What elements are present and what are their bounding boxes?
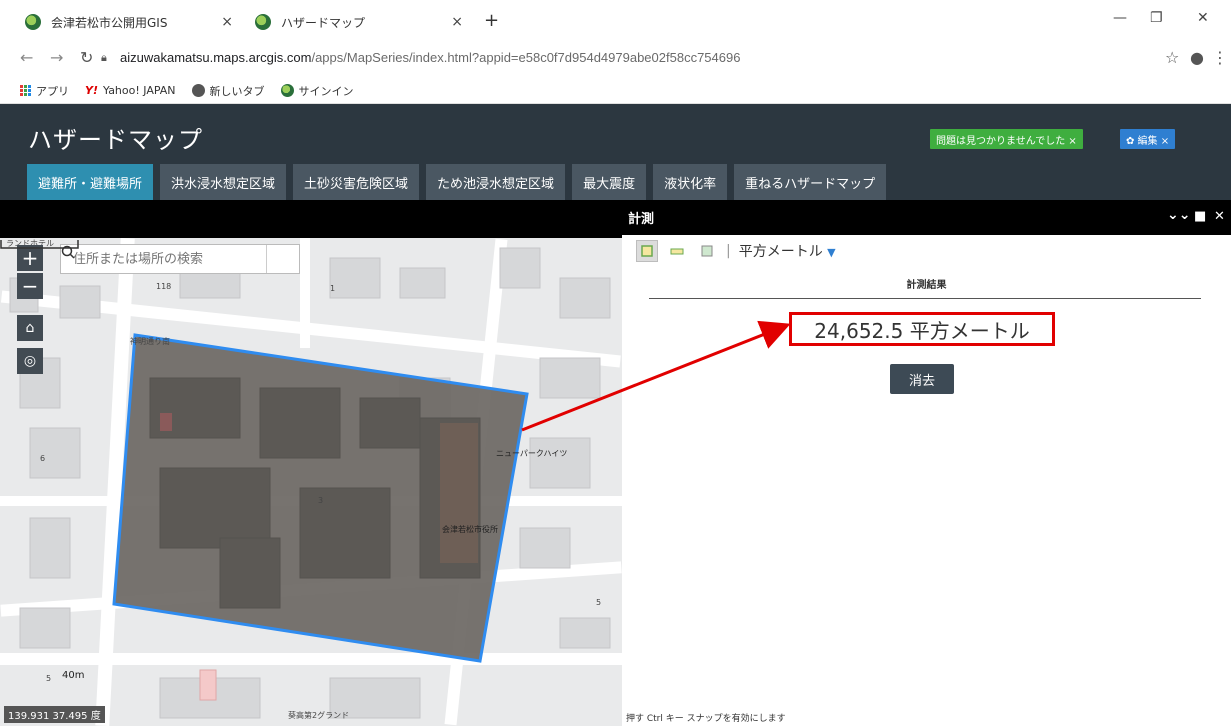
app-title: ハザードマップ bbox=[28, 126, 203, 154]
result-title: 計測結果 bbox=[906, 280, 947, 291]
distance-tool-button[interactable] bbox=[666, 240, 688, 262]
restore-icon[interactable]: ❐ bbox=[1150, 10, 1163, 26]
scale-bar bbox=[0, 240, 79, 249]
address-bar: ← → ↻ 🔒︎ aizuwakamatsu.maps.arcgis.com/a… bbox=[0, 38, 1231, 78]
bookmark-label: Yahoo! JAPAN bbox=[102, 84, 176, 97]
distance-icon bbox=[670, 248, 684, 255]
reload-icon[interactable]: ↻ bbox=[80, 48, 93, 67]
tab-close-icon[interactable]: × bbox=[451, 14, 463, 30]
apps-grid-icon bbox=[20, 85, 31, 96]
panel-title: 計測 bbox=[628, 212, 655, 227]
zoom-out-button[interactable]: − bbox=[17, 273, 43, 299]
tab-title: ハザードマップ bbox=[281, 15, 366, 30]
bookmark-signin[interactable]: サインイン bbox=[280, 83, 354, 99]
map-top-strip bbox=[0, 200, 622, 238]
menu-icon[interactable]: ⋮ bbox=[1212, 48, 1228, 67]
unit-dropdown[interactable]: 平方メートル ▼ bbox=[739, 241, 836, 261]
map-label-cityhall: 会津若松市役所 bbox=[442, 525, 498, 534]
browser-tab-gis[interactable]: 会津若松市公開用GIS × bbox=[15, 7, 245, 37]
status-badge[interactable]: 問題は見つかりませんでした × bbox=[930, 129, 1083, 149]
divider-line bbox=[649, 298, 1201, 299]
app-header: ハザードマップ 問題は見つかりませんでした × ✿ 編集 × 避難所・避難場所 … bbox=[0, 104, 1231, 200]
locate-icon: ◎ bbox=[23, 353, 37, 369]
home-button[interactable]: ⌂ bbox=[17, 315, 43, 341]
bookmark-newtab[interactable]: 新しいタブ bbox=[191, 83, 265, 99]
yahoo-icon: Y! bbox=[85, 84, 98, 97]
scale-label: 40m bbox=[62, 670, 85, 681]
home-icon: ⌂ bbox=[25, 320, 35, 336]
measurement-panel: 計測 ⌄⌄ ■ ✕ | 平方メートル ▼ 計測結果 24,652.5 平方メート… bbox=[622, 200, 1231, 726]
search-input[interactable] bbox=[61, 245, 266, 273]
map-label-street: 神明通り南 bbox=[130, 337, 170, 346]
back-icon[interactable]: ← bbox=[20, 48, 33, 67]
esri-favicon-icon bbox=[25, 14, 41, 30]
map-label-3: 3 bbox=[318, 496, 324, 505]
area-tool-button[interactable] bbox=[636, 240, 658, 262]
globe-icon bbox=[191, 84, 205, 97]
url-field[interactable]: aizuwakamatsu.maps.arcgis.com/apps/MapSe… bbox=[120, 50, 740, 65]
map-view[interactable]: ランドホテル 118 1 神明通り南 6 ニューパークハイツ 3 会津若松市役所… bbox=[0, 238, 622, 726]
bookmarks-bar: アプリ Y! Yahoo! JAPAN 新しいタブ サインイン bbox=[0, 78, 1231, 104]
tab-liquefaction[interactable]: 液状化率 bbox=[653, 164, 728, 200]
profile-icon[interactable]: ● bbox=[1190, 48, 1204, 67]
map-label-1: 1 bbox=[330, 284, 336, 293]
map-series-tabs: 避難所・避難場所 洪水浸水想定区域 土砂災害危険区域 ため池浸水想定区域 最大震… bbox=[27, 164, 887, 200]
browser-tab-bar: 会津若松市公開用GIS × ハザードマップ × + — ❐ ✕ bbox=[0, 0, 1231, 38]
tab-overlay-hazard[interactable]: 重ねるハザードマップ bbox=[734, 164, 887, 200]
browser-tab-hazard[interactable]: ハザードマップ × bbox=[245, 7, 475, 37]
panel-close-icon[interactable]: ✕ bbox=[1214, 209, 1225, 224]
tab-flood[interactable]: 洪水浸水想定区域 bbox=[160, 164, 287, 200]
bookmark-label: アプリ bbox=[36, 84, 69, 98]
locate-button[interactable]: ◎ bbox=[17, 348, 43, 374]
coordinates-readout: 139.931 37.495 度 bbox=[4, 706, 105, 723]
tab-title: 会津若松市公開用GIS bbox=[51, 15, 168, 30]
collapse-icon[interactable]: ⌄⌄ bbox=[1167, 207, 1190, 223]
map-label-5: 5 bbox=[596, 598, 602, 607]
esri-favicon-icon bbox=[255, 14, 271, 30]
tab-max-seismic[interactable]: 最大震度 bbox=[572, 164, 647, 200]
bookmark-apps[interactable]: アプリ bbox=[20, 83, 69, 99]
clear-button[interactable]: 消去 bbox=[890, 364, 954, 394]
tab-landslide[interactable]: 土砂災害危険区域 bbox=[293, 164, 420, 200]
search-button[interactable] bbox=[61, 245, 299, 273]
divider: | bbox=[726, 243, 731, 259]
lock-icon: 🔒︎ bbox=[101, 51, 107, 64]
bookmark-label: 新しいタブ bbox=[209, 84, 265, 98]
maximize-icon[interactable]: ■ bbox=[1194, 209, 1206, 224]
location-icon bbox=[701, 245, 713, 257]
tab-close-icon[interactable]: × bbox=[221, 14, 233, 30]
panel-header: 計測 ⌄⌄ ■ ✕ bbox=[622, 200, 1231, 235]
map-basemap bbox=[0, 238, 622, 726]
dropdown-caret-icon: ▼ bbox=[827, 246, 836, 259]
esri-icon bbox=[280, 84, 294, 97]
location-tool-button[interactable] bbox=[696, 240, 718, 262]
map-label-6: 6 bbox=[40, 454, 46, 463]
tab-pond-flood[interactable]: ため池浸水想定区域 bbox=[426, 164, 566, 200]
map-label-5b: 5 bbox=[46, 674, 52, 683]
url-host: aizuwakamatsu.maps.arcgis.com bbox=[120, 50, 312, 65]
snap-hint: 押す Ctrl キー スナップを有効にします bbox=[626, 714, 786, 724]
measure-toolbar: | 平方メートル ▼ bbox=[636, 240, 836, 262]
bookmark-star-icon[interactable]: ☆ bbox=[1165, 48, 1179, 67]
url-path: /apps/MapSeries/index.html?appid=e58c0f7… bbox=[311, 50, 741, 65]
window-close-icon[interactable]: ✕ bbox=[1197, 10, 1209, 26]
search-box bbox=[60, 244, 300, 274]
map-label-newpark: ニューパークハイツ bbox=[496, 449, 568, 458]
map-label-ground: 葵高第2グランド bbox=[288, 711, 350, 720]
bookmark-label: サインイン bbox=[298, 84, 354, 98]
bookmark-yahoo[interactable]: Y! Yahoo! JAPAN bbox=[85, 84, 176, 97]
tab-evacuation[interactable]: 避難所・避難場所 bbox=[27, 164, 154, 200]
new-tab-button[interactable]: + bbox=[484, 10, 499, 31]
map-label-route: 118 bbox=[156, 282, 172, 291]
area-icon bbox=[641, 245, 653, 257]
edit-badge[interactable]: ✿ 編集 × bbox=[1120, 129, 1176, 149]
minimize-icon[interactable]: — bbox=[1113, 10, 1127, 26]
forward-icon[interactable]: → bbox=[50, 48, 63, 67]
measurement-result: 24,652.5 平方メートル bbox=[789, 312, 1055, 346]
unit-label: 平方メートル bbox=[738, 244, 823, 260]
